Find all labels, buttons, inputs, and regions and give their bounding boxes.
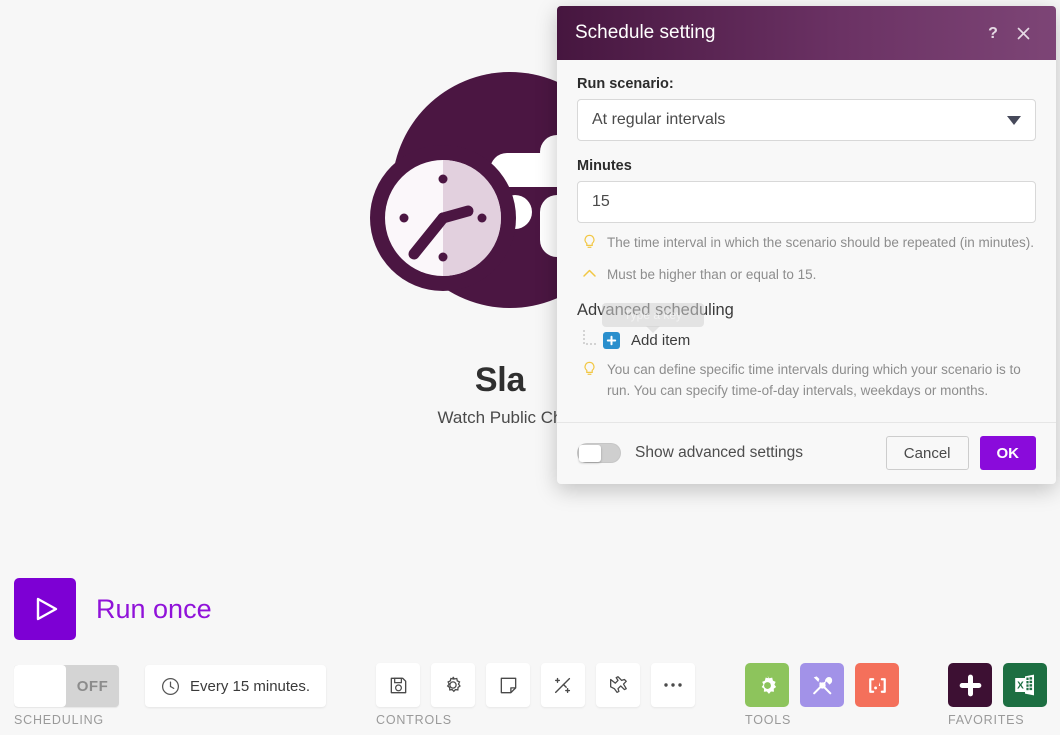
minutes-validation-text: Must be higher than or equal to 15. <box>607 267 817 282</box>
run-once-row[interactable]: Run once <box>14 578 212 640</box>
advanced-scheduling-title: Advanced scheduling <box>577 301 734 319</box>
help-button[interactable]: ? <box>978 18 1008 48</box>
more-button[interactable] <box>651 663 695 707</box>
scheduling-group-label: SCHEDULING <box>14 713 104 727</box>
explorer-button[interactable] <box>596 663 640 707</box>
scheduling-interval-button[interactable]: Every 15 minutes. <box>145 665 327 707</box>
show-advanced-settings-knob <box>579 444 601 462</box>
show-advanced-settings-toggle[interactable] <box>577 443 621 464</box>
svg-text:X: X <box>1017 680 1024 691</box>
favorites-group-label: FAVORITES <box>948 713 1025 727</box>
notes-button[interactable] <box>486 663 530 707</box>
minutes-validation: Must be higher than or equal to 15. <box>577 265 1036 287</box>
floppy-disk-icon <box>390 677 406 693</box>
close-icon <box>1017 27 1029 39</box>
advanced-hint-text: You can define specific time intervals d… <box>607 362 1021 398</box>
svg-text:?: ? <box>988 25 998 42</box>
controls-group-label: CONTROLS <box>376 713 452 727</box>
run-once-button[interactable] <box>14 578 76 640</box>
play-icon <box>36 597 58 621</box>
minutes-hint-text: The time interval in which the scenario … <box>607 235 1034 250</box>
favorite-slack-button[interactable] <box>948 663 992 707</box>
cancel-button[interactable]: Cancel <box>885 436 969 471</box>
scheduling-toggle[interactable]: OFF <box>14 665 119 707</box>
bottom-toolbar: Run once OFF Every 15 minutes. SCHEDULIN… <box>0 570 1060 735</box>
run-scenario-select[interactable]: At regular intervals <box>577 99 1036 141</box>
chevron-down-icon <box>1007 115 1021 125</box>
run-scenario-label: Run scenario: <box>577 76 674 92</box>
tools-json-button[interactable] <box>855 663 899 707</box>
tools-group-label: TOOLS <box>745 713 792 727</box>
schedule-setting-dialog: Schedule setting ? Run scenario: At regu… <box>557 6 1056 484</box>
run-scenario-value: At regular intervals <box>592 111 726 128</box>
question-mark-icon: ? <box>988 25 998 42</box>
dialog-title: Schedule setting <box>575 22 716 43</box>
lightbulb-icon <box>582 361 598 402</box>
minutes-hint: The time interval in which the scenario … <box>577 233 1036 255</box>
excel-icon: X <box>1015 674 1034 696</box>
scheduling-toggle-knob <box>14 665 66 707</box>
add-item-row[interactable]: Add item <box>577 330 1036 350</box>
tools-utility-button[interactable] <box>800 663 844 707</box>
close-button[interactable] <box>1008 18 1038 48</box>
settings-button[interactable] <box>431 663 475 707</box>
minutes-input[interactable]: 15 <box>577 181 1036 223</box>
favorite-excel-button[interactable]: X <box>1003 663 1047 707</box>
ok-button[interactable]: OK <box>979 436 1036 471</box>
note-icon <box>500 677 516 693</box>
chevron-up-icon <box>582 266 598 287</box>
tools-group: TOOLS <box>745 663 899 727</box>
dialog-body: Run scenario: At regular intervals Minut… <box>557 60 1056 406</box>
autoalign-button[interactable] <box>541 663 585 707</box>
gear-icon <box>761 675 776 694</box>
plus-square-icon[interactable] <box>603 331 620 349</box>
magic-wand-icon <box>554 677 571 694</box>
ellipsis-icon <box>664 683 682 687</box>
advanced-hint: You can define specific time intervals d… <box>577 360 1036 402</box>
tree-connector <box>581 330 599 350</box>
json-brackets-icon <box>868 677 886 693</box>
clock-icon <box>161 677 180 695</box>
minutes-value: 15 <box>592 193 610 210</box>
scheduling-interval-label: Every 15 minutes. <box>190 677 311 695</box>
minutes-label: Minutes <box>577 158 632 174</box>
run-once-label[interactable]: Run once <box>96 594 212 625</box>
scheduling-toggle-state: OFF <box>76 677 109 695</box>
airplane-icon <box>610 676 627 693</box>
show-advanced-settings-label: Show advanced settings <box>635 444 804 462</box>
controls-group: CONTROLS <box>376 663 695 727</box>
slack-icon <box>959 674 981 696</box>
wrench-screwdriver-icon <box>812 675 832 694</box>
add-item-label[interactable]: Add item <box>631 332 690 349</box>
dialog-footer: Show advanced settings Cancel OK <box>557 421 1056 484</box>
save-button[interactable] <box>376 663 420 707</box>
lightbulb-icon <box>582 234 598 255</box>
scheduling-group: OFF Every 15 minutes. SCHEDULING <box>14 665 327 727</box>
favorites-group: X FAVORITES <box>948 663 1047 727</box>
dialog-header: Schedule setting ? <box>557 6 1056 60</box>
tools-gear-button[interactable] <box>745 663 789 707</box>
gear-icon <box>446 676 461 693</box>
